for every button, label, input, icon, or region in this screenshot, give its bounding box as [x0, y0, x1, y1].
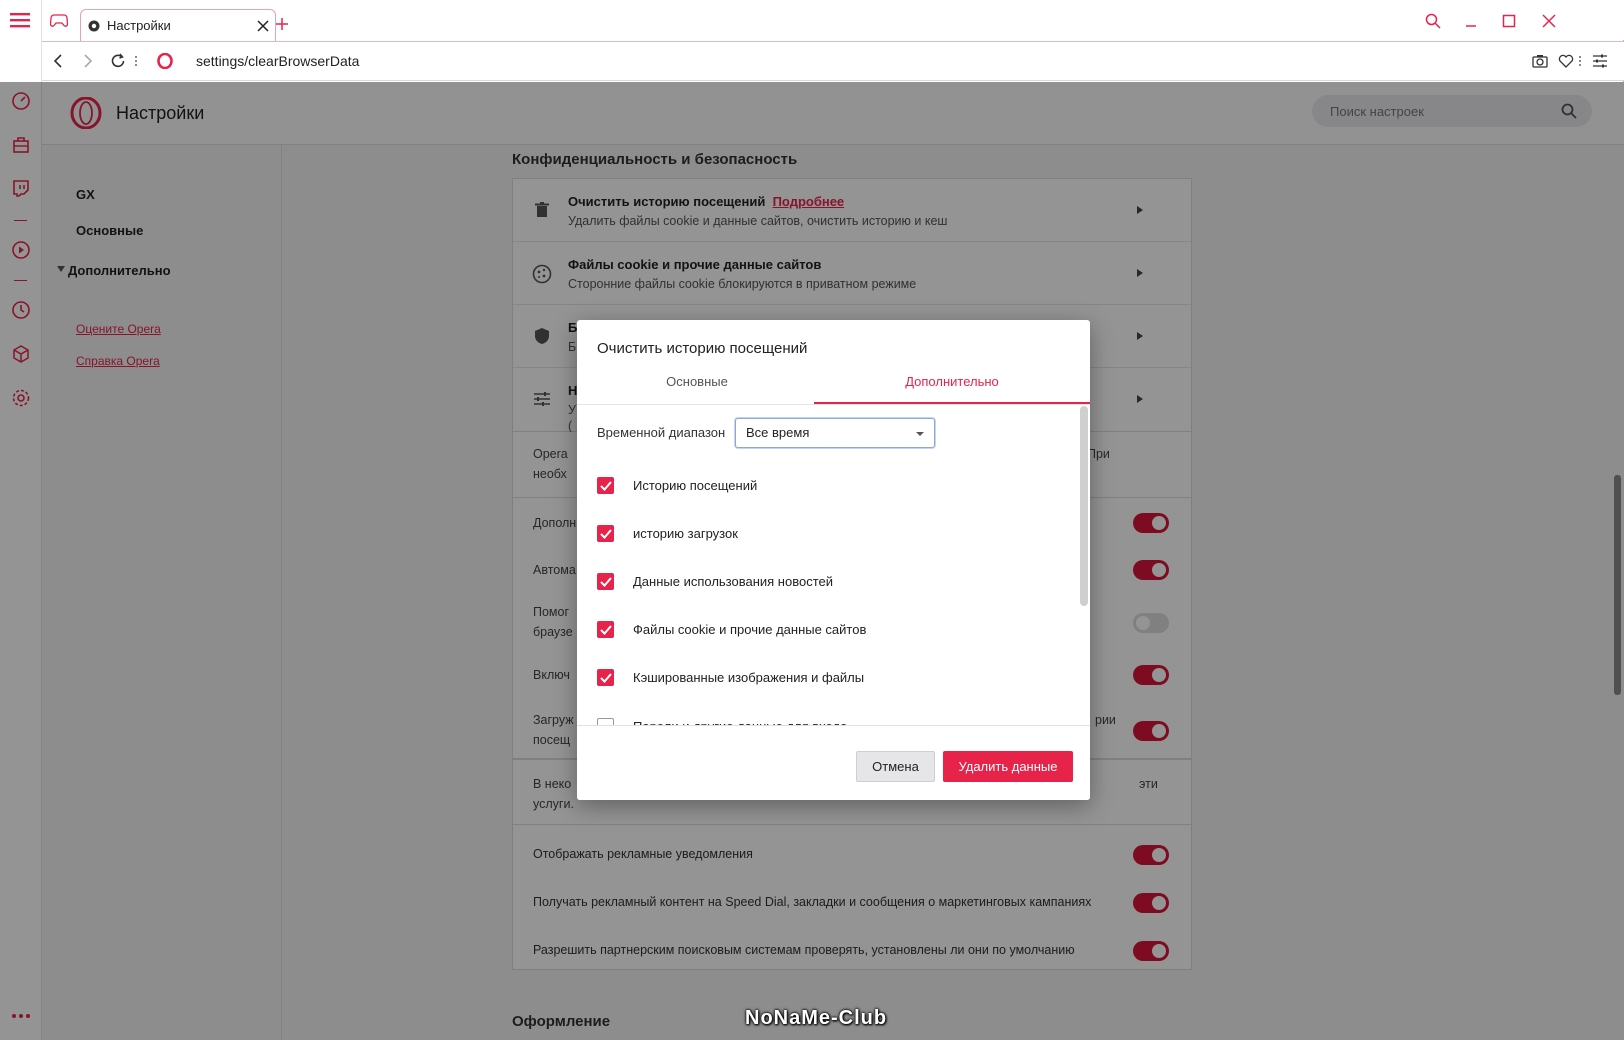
forward-icon[interactable] — [78, 51, 98, 71]
new-tab-icon[interactable] — [272, 14, 292, 34]
heart-icon[interactable] — [1556, 51, 1576, 71]
dialog-title: Очистить историю посещений — [597, 340, 808, 357]
checkbox-downloads[interactable] — [597, 525, 614, 542]
tab-advanced[interactable]: Дополнительно — [814, 370, 1090, 404]
gamepad-icon[interactable] — [48, 10, 70, 30]
checkbox-cache[interactable] — [597, 669, 614, 686]
checkbox-label: Файлы cookie и прочие данные сайтов — [633, 622, 867, 637]
search-icon[interactable] — [1422, 10, 1444, 32]
checkbox-history[interactable] — [597, 477, 614, 494]
cancel-button[interactable]: Отмена — [856, 751, 935, 782]
delete-data-button[interactable]: Удалить данные — [943, 751, 1073, 782]
watermark: NoNaMe-Club — [745, 1007, 888, 1029]
tab-settings[interactable]: Настройки — [80, 9, 276, 41]
checkbox-news[interactable] — [597, 573, 614, 590]
opera-logo-icon — [155, 51, 175, 71]
minimize-icon[interactable] — [1460, 10, 1482, 32]
clear-data-dialog: Очистить историю посещений Основные Допо… — [577, 320, 1090, 800]
close-window-icon[interactable] — [1538, 10, 1560, 32]
back-icon[interactable] — [48, 51, 68, 71]
gear-icon — [87, 19, 101, 33]
url-field[interactable]: settings/clearBrowserData — [196, 53, 359, 69]
time-range-select[interactable]: Все время — [735, 418, 935, 448]
easy-setup-icon[interactable] — [1590, 51, 1610, 71]
reload-icon[interactable] — [108, 51, 128, 71]
checkbox-cookies[interactable] — [597, 621, 614, 638]
tab-title: Настройки — [107, 18, 171, 33]
dots-icon — [1576, 51, 1584, 71]
close-icon[interactable] — [257, 19, 269, 32]
dialog-scrollbar[interactable] — [1080, 406, 1088, 606]
caret-down-icon — [916, 419, 924, 447]
address-bar: settings/clearBrowserData — [42, 41, 1624, 81]
checkbox-label: Историю посещений — [633, 478, 758, 493]
checkbox-label: Кэшированные изображения и файлы — [633, 670, 865, 685]
time-range-value: Все время — [746, 425, 810, 440]
maximize-icon[interactable] — [1498, 10, 1520, 32]
menu-icon[interactable] — [9, 8, 33, 32]
camera-icon[interactable] — [1530, 51, 1550, 71]
footer-divider — [577, 725, 1090, 726]
tab-basic[interactable]: Основные — [577, 370, 817, 404]
checkbox-label: Данные использования новостей — [633, 574, 834, 589]
time-range-label: Временной диапазон — [597, 425, 726, 440]
dots-icon — [132, 51, 140, 71]
tab-divider — [577, 404, 1090, 405]
checkbox-label: историю загрузок — [633, 526, 738, 541]
title-bar: Настройки — [42, 0, 1624, 41]
